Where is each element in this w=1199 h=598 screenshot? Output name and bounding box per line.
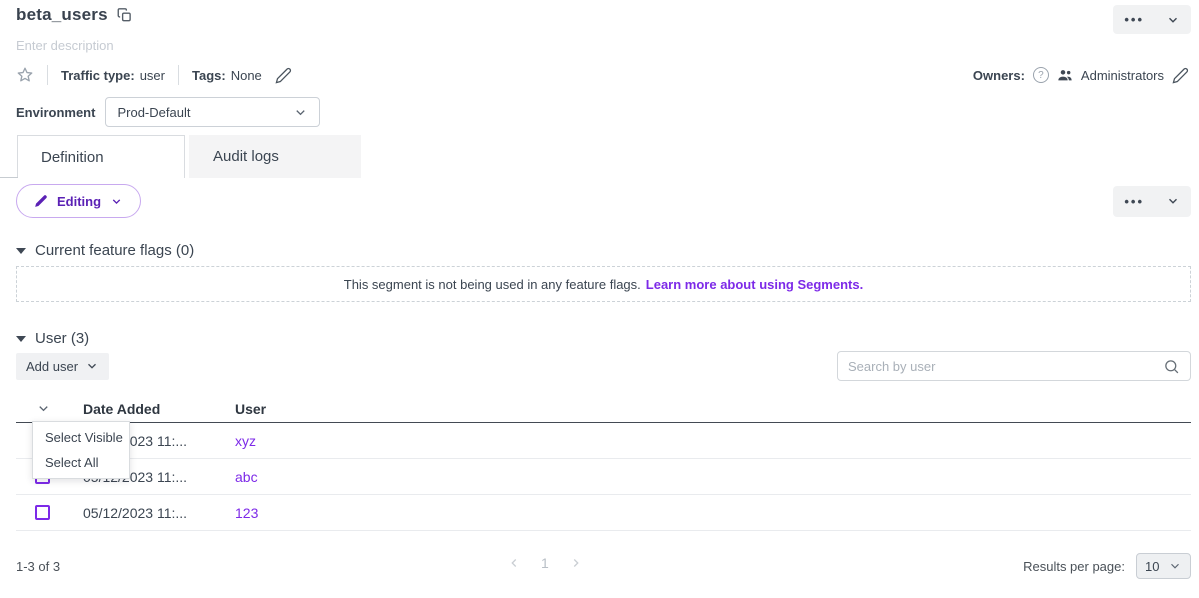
environment-value: Prod-Default <box>117 105 190 120</box>
results-range: 1-3 of 3 <box>16 559 60 574</box>
user-section-toggle[interactable]: User (3) <box>16 330 1191 347</box>
divider <box>178 65 179 85</box>
chevron-down-icon <box>1168 559 1182 573</box>
actions-expand-button[interactable] <box>1155 5 1191 34</box>
definition-actions: ••• <box>1113 186 1191 217</box>
menu-item-select-all[interactable]: Select All <box>33 450 129 475</box>
menu-item-select-visible[interactable]: Select Visible <box>33 425 129 450</box>
copy-icon[interactable] <box>117 7 132 23</box>
environment-select[interactable]: Prod-Default <box>105 97 320 127</box>
chevron-down-icon <box>1166 194 1180 208</box>
column-header-user: User <box>235 401 1191 417</box>
collapse-triangle-icon <box>16 336 26 342</box>
tags: Tags: None <box>192 68 262 83</box>
ellipsis-icon: ••• <box>1124 195 1144 208</box>
add-user-button[interactable]: Add user <box>16 353 109 380</box>
results-per-page: Results per page: 10 <box>1023 553 1191 579</box>
title-row: beta_users ••• <box>16 5 1191 31</box>
search-input[interactable] <box>848 359 1155 374</box>
feature-flags-section-toggle[interactable]: Current feature flags (0) <box>16 242 1191 259</box>
ellipsis-icon: ••• <box>1124 13 1144 26</box>
chevron-down-icon <box>36 401 51 416</box>
add-user-label: Add user <box>26 359 78 374</box>
help-icon[interactable]: ? <box>1033 67 1049 83</box>
column-header-date: Date Added <box>83 401 235 417</box>
table-footer: 1-3 of 3 1 Results per page: 10 <box>16 551 1191 581</box>
tab-baseline <box>0 177 18 178</box>
table-row: 05/12/2023 11:... abc <box>16 459 1191 495</box>
results-per-page-label: Results per page: <box>1023 559 1125 574</box>
results-per-page-value: 10 <box>1145 559 1159 574</box>
user-heading: User (3) <box>35 330 89 347</box>
page-title: beta_users <box>16 5 108 25</box>
chevron-down-icon <box>110 195 123 208</box>
user-link[interactable]: abc <box>235 469 258 485</box>
feature-flags-heading: Current feature flags (0) <box>35 242 194 259</box>
chevron-down-icon <box>1166 13 1180 27</box>
user-search-box <box>837 351 1191 381</box>
row-date: 05/12/2023 11:... <box>83 505 235 521</box>
learn-more-link[interactable]: Learn more about using Segments. <box>646 277 863 292</box>
table-row: 05/12/2023 11:... 123 <box>16 495 1191 531</box>
tab-bar: Definition Audit logs <box>16 135 1191 178</box>
feature-flags-empty-state: This segment is not being used in any fe… <box>16 266 1191 302</box>
star-icon[interactable] <box>16 66 34 84</box>
user-link[interactable]: 123 <box>235 505 258 521</box>
tab-definition[interactable]: Definition <box>17 135 185 178</box>
page-number[interactable]: 1 <box>535 555 555 571</box>
header-actions: ••• <box>1113 5 1191 34</box>
definition-more-button[interactable]: ••• <box>1113 186 1155 217</box>
description-field[interactable]: Enter description <box>16 38 1191 53</box>
definition-expand-button[interactable] <box>1155 186 1191 217</box>
tab-audit-logs[interactable]: Audit logs <box>189 135 361 178</box>
divider <box>47 65 48 85</box>
pagination: 1 <box>503 555 587 571</box>
environment-row: Environment Prod-Default <box>16 97 1191 127</box>
edit-owners-pencil-icon[interactable] <box>1172 67 1189 84</box>
user-controls-row: Add user <box>16 351 1191 381</box>
traffic-type-value: user <box>140 68 165 83</box>
chevron-down-icon <box>85 359 99 373</box>
owners-value: Administrators <box>1081 68 1164 83</box>
row-checkbox[interactable] <box>35 505 50 520</box>
editing-row: Editing ••• <box>16 184 1191 218</box>
chevron-down-icon <box>293 105 308 120</box>
table-row: 05/12/2023 11:... xyz <box>16 423 1191 459</box>
search-icon[interactable] <box>1163 358 1180 375</box>
owners: Owners: ? Administrators <box>973 67 1191 84</box>
editing-label: Editing <box>57 194 101 209</box>
next-page-icon[interactable] <box>565 556 587 570</box>
tags-value: None <box>231 68 262 83</box>
pencil-icon <box>34 194 48 208</box>
segment-detail-page: beta_users ••• Enter description Traffic… <box>0 0 1199 581</box>
people-icon <box>1057 68 1073 82</box>
users-table: Date Added User 05/12/2023 11:... xyz 05… <box>16 395 1191 531</box>
select-menu-trigger[interactable] <box>16 401 83 416</box>
tags-label: Tags: <box>192 68 226 83</box>
select-dropdown-menu: Select Visible Select All <box>32 421 130 479</box>
edit-tags-pencil-icon[interactable] <box>275 67 292 84</box>
meta-row: Traffic type: user Tags: None Owners: ? … <box>16 64 1191 86</box>
collapse-triangle-icon <box>16 248 26 254</box>
traffic-type-label: Traffic type: <box>61 68 135 83</box>
more-actions-button[interactable]: ••• <box>1113 5 1155 34</box>
user-link[interactable]: xyz <box>235 433 256 449</box>
environment-label: Environment <box>16 105 95 120</box>
empty-state-text: This segment is not being used in any fe… <box>344 277 641 292</box>
prev-page-icon[interactable] <box>503 556 525 570</box>
owners-label: Owners: <box>973 68 1025 83</box>
traffic-type: Traffic type: user <box>61 68 165 83</box>
table-header: Date Added User <box>16 395 1191 423</box>
results-per-page-select[interactable]: 10 <box>1136 553 1191 579</box>
editing-mode-button[interactable]: Editing <box>16 184 141 218</box>
